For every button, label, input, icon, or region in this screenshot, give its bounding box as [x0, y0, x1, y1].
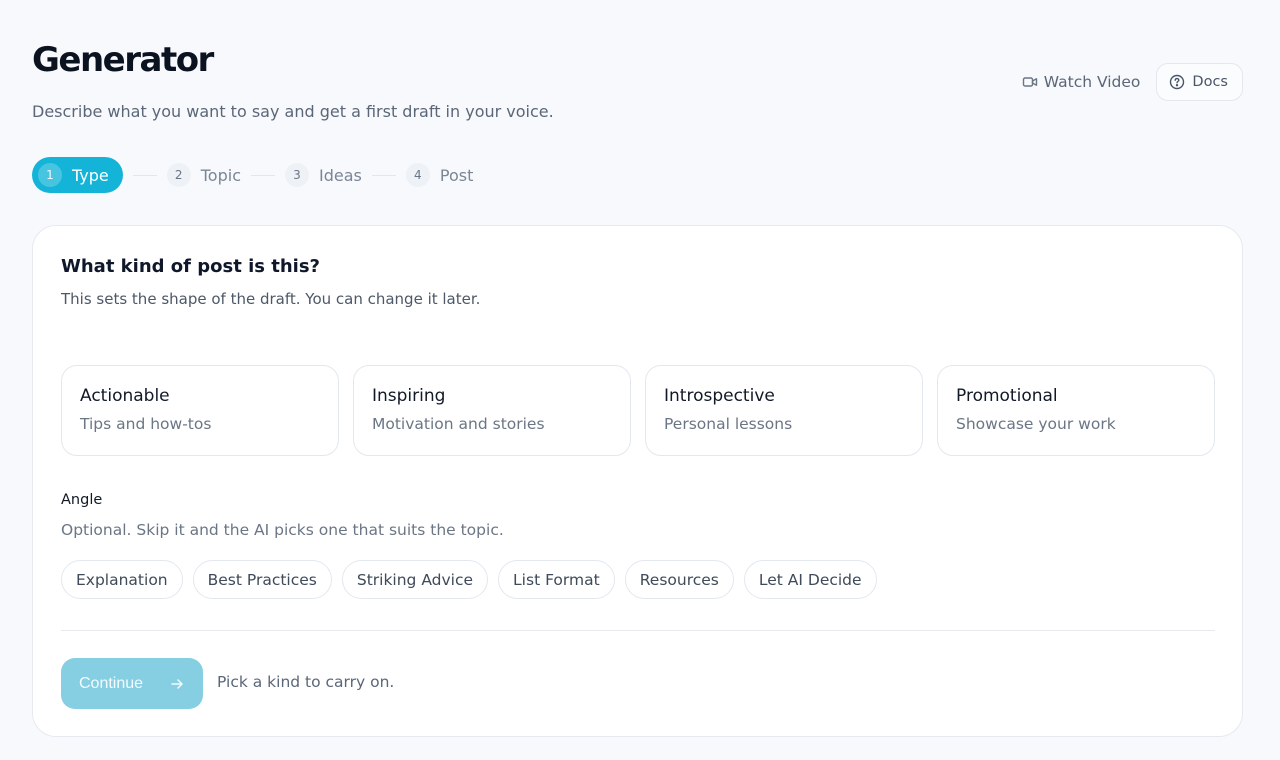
- step-label: Topic: [200, 165, 241, 185]
- stepper: 1 Type 2 Topic 3 Ideas 4 Post: [32, 157, 473, 193]
- angle-chip-list-format[interactable]: List Format: [498, 560, 615, 599]
- kind-title: Inspiring: [372, 386, 446, 406]
- step-label: Ideas: [319, 165, 362, 185]
- step-number: 1: [38, 163, 62, 187]
- step-label: Post: [439, 165, 474, 185]
- step-post[interactable]: 4 Post: [405, 157, 474, 193]
- continue-label: Continue: [79, 674, 144, 692]
- step-label: Type: [72, 165, 109, 185]
- kind-option-inspiring[interactable]: Inspiring Motivation and stories: [353, 365, 631, 456]
- angle-options: Explanation Best Practices Striking Advi…: [61, 560, 877, 599]
- post-type-card: What kind of post is this? This sets the…: [32, 225, 1243, 737]
- watch-video-label: Watch Video: [1043, 73, 1141, 91]
- step-number: 4: [405, 163, 430, 187]
- angle-chip-let-ai-decide[interactable]: Let AI Decide: [743, 560, 877, 599]
- step-connector: [251, 174, 275, 176]
- arrow-right-icon: [169, 676, 185, 692]
- kind-subtitle: Showcase your work: [956, 415, 1116, 433]
- docs-label: Docs: [1192, 74, 1228, 90]
- question-circle-icon: [1169, 74, 1185, 90]
- angle-chip-resources[interactable]: Resources: [624, 560, 734, 599]
- step-type[interactable]: 1 Type: [32, 157, 123, 193]
- kind-subtitle: Personal lessons: [664, 415, 793, 433]
- header-actions: Watch Video Docs: [1020, 63, 1243, 101]
- post-kind-options: Actionable Tips and how-tos Inspiring Mo…: [61, 365, 1215, 456]
- generator-page: Generator Describe what you want to say …: [0, 0, 1280, 760]
- kind-subtitle: Tips and how-tos: [80, 415, 212, 433]
- kind-option-introspective[interactable]: Introspective Personal lessons: [645, 365, 923, 456]
- continue-button[interactable]: Continue: [61, 658, 203, 709]
- step-ideas[interactable]: 3 Ideas: [285, 157, 362, 193]
- step-number: 2: [166, 163, 191, 187]
- watch-video-link[interactable]: Watch Video: [1020, 73, 1143, 91]
- angle-chip-explanation[interactable]: Explanation: [61, 560, 183, 599]
- angle-description: Optional. Skip it and the AI picks one t…: [61, 521, 504, 539]
- step-topic[interactable]: 2 Topic: [166, 157, 241, 193]
- kind-subtitle: Motivation and stories: [372, 415, 545, 433]
- kind-title: Introspective: [664, 386, 775, 406]
- kind-option-promotional[interactable]: Promotional Showcase your work: [937, 365, 1215, 456]
- kind-option-actionable[interactable]: Actionable Tips and how-tos: [61, 365, 339, 456]
- step-number: 3: [285, 163, 309, 187]
- kind-title: Promotional: [956, 386, 1058, 406]
- continue-hint: Pick a kind to carry on.: [217, 673, 395, 691]
- step-connector: [371, 174, 396, 176]
- video-camera-icon: [1022, 74, 1038, 90]
- divider: [61, 630, 1215, 631]
- angle-label: Angle: [61, 492, 103, 508]
- angle-chip-best-practices[interactable]: Best Practices: [192, 560, 332, 599]
- page-subtitle: Describe what you want to say and get a …: [32, 102, 554, 121]
- page-title: Generator: [32, 40, 214, 80]
- docs-button[interactable]: Docs: [1156, 63, 1243, 101]
- card-description: This sets the shape of the draft. You ca…: [61, 290, 481, 308]
- card-title: What kind of post is this?: [61, 256, 320, 277]
- angle-chip-striking-advice[interactable]: Striking Advice: [341, 560, 489, 599]
- step-connector: [132, 174, 157, 176]
- kind-title: Actionable: [80, 386, 170, 406]
